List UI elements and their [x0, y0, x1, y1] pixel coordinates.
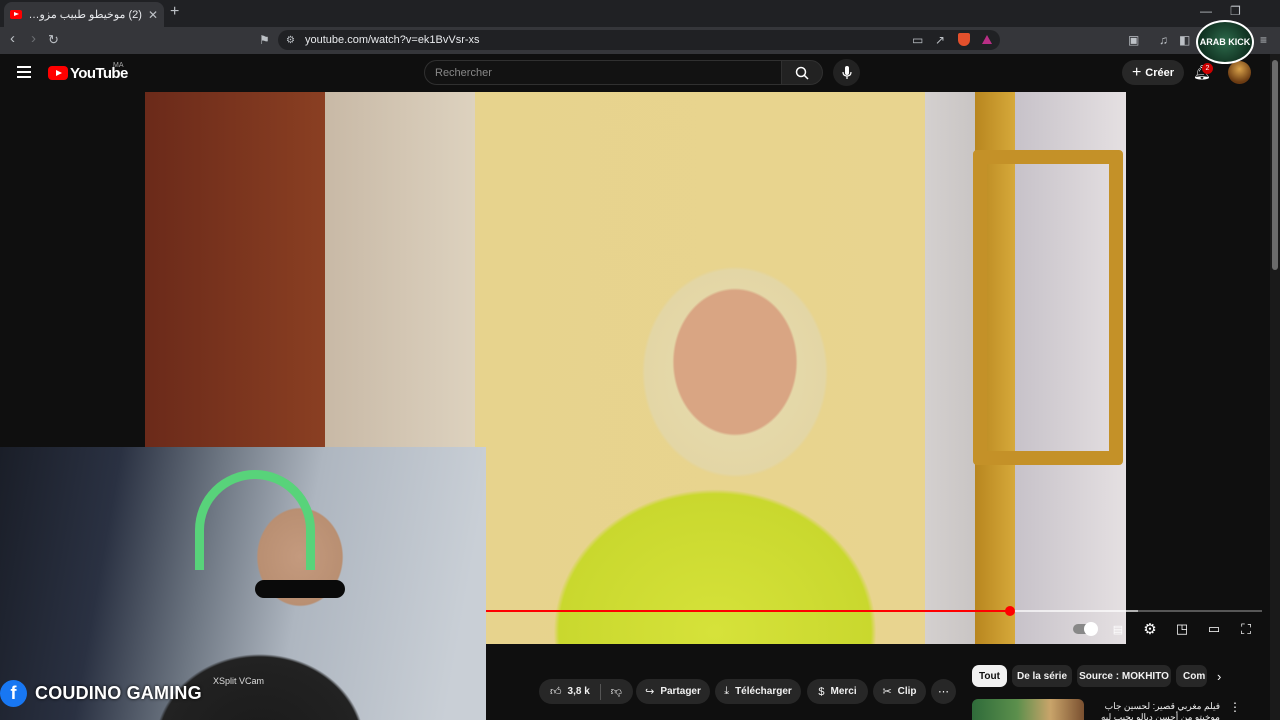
- like-divider: [599, 683, 601, 700]
- back-icon[interactable]: ‹: [10, 30, 15, 47]
- share-icon: ↪: [645, 686, 655, 698]
- extension-logo-text: ARAB KICK: [1199, 36, 1251, 47]
- miniplayer-icon[interactable]: ◳: [1172, 620, 1192, 638]
- download-icon: ⤓: [724, 685, 730, 697]
- thanks-button[interactable]: $ Merci: [807, 679, 868, 704]
- chip-source[interactable]: Source : MOKHITO: [1077, 665, 1171, 687]
- create-label: Créer: [1145, 66, 1175, 79]
- media-controls-icon[interactable]: ♫: [1159, 33, 1168, 47]
- search-icon: [795, 66, 809, 80]
- share-button[interactable]: ↪ Partager: [636, 679, 710, 704]
- voice-search-button[interactable]: [833, 59, 860, 86]
- cast-icon[interactable]: ▭: [912, 33, 923, 47]
- browser-menu-icon[interactable]: ≡: [1260, 33, 1267, 47]
- facebook-icon: f: [0, 679, 27, 707]
- video-scene-mirror: [973, 150, 1123, 465]
- chip-series[interactable]: De la série: [1012, 665, 1072, 687]
- account-avatar[interactable]: [1228, 61, 1251, 84]
- tab-title: (2) موخيطو طبيب مزور .. ولكن يتا...: [28, 9, 142, 21]
- clip-label: Clip: [897, 686, 917, 697]
- subtitles-icon[interactable]: ▤: [1108, 620, 1128, 638]
- chip-more[interactable]: Com: [1176, 665, 1207, 687]
- more-horizontal-icon: ⋯: [938, 686, 949, 698]
- more-actions-button[interactable]: ⋯: [931, 679, 956, 704]
- like-dislike-group: 👍︎ 3,8 k 👎︎: [539, 679, 633, 704]
- region-code: MA: [113, 62, 124, 69]
- download-button[interactable]: ⤓ Télécharger: [715, 679, 801, 704]
- clip-button[interactable]: ✂ Clip: [873, 679, 926, 704]
- scissors-icon: ✂: [882, 686, 892, 698]
- like-count[interactable]: 3,8 k: [568, 686, 590, 697]
- download-label: Télécharger: [735, 686, 792, 697]
- search-input[interactable]: [424, 60, 782, 85]
- bookmark-icon[interactable]: ⚑: [259, 33, 270, 47]
- theater-mode-icon[interactable]: ▭: [1204, 620, 1224, 638]
- tab-close-icon[interactable]: ✕: [148, 8, 158, 22]
- streamer-name: COUDINO GAMING: [35, 682, 202, 703]
- share-page-icon[interactable]: ↗: [935, 33, 945, 47]
- minimize-icon[interactable]: —: [1200, 4, 1212, 18]
- progress-buffered: [1010, 610, 1138, 612]
- thanks-icon: $: [818, 685, 825, 698]
- thumbs-up-icon[interactable]: 👍︎: [550, 685, 562, 698]
- streamer-tag: f COUDINO GAMING: [0, 676, 202, 710]
- recommended-title[interactable]: فيلم مغربي قصير: لحسين جاب موخيتو من أحس…: [1092, 701, 1220, 720]
- xsplit-source-label: XSplit VCam: [213, 676, 265, 686]
- share-label: Partager: [660, 686, 701, 697]
- settings-gear-icon[interactable]: ⚙: [1140, 620, 1160, 638]
- brave-rewards-icon[interactable]: [982, 35, 992, 44]
- brave-shield-icon[interactable]: [958, 33, 970, 46]
- reading-list-icon[interactable]: ◧: [1179, 33, 1190, 47]
- fullscreen-icon[interactable]: ⛶: [1236, 620, 1256, 638]
- thanks-label: Merci: [830, 686, 857, 697]
- recommended-thumbnail[interactable]: [972, 699, 1084, 720]
- thumbs-down-icon[interactable]: 👎︎: [611, 685, 622, 698]
- search-button[interactable]: [781, 60, 823, 85]
- sidebar-toggle-icon[interactable]: ▣: [1128, 33, 1139, 47]
- create-button[interactable]: + Créer: [1122, 60, 1184, 85]
- youtube-favicon-icon: [10, 10, 22, 19]
- arab-kick-extension-logo[interactable]: ARAB KICK: [1196, 20, 1254, 64]
- site-info-icon[interactable]: ⚙: [286, 35, 295, 46]
- new-tab-icon[interactable]: +: [170, 3, 179, 21]
- progress-scrubber[interactable]: [1005, 606, 1015, 616]
- browser-tab-strip: [0, 0, 1280, 27]
- forward-icon[interactable]: ›: [31, 30, 36, 47]
- guide-menu-icon[interactable]: [17, 66, 31, 78]
- chip-all[interactable]: Tout: [972, 665, 1007, 687]
- scrollbar-thumb[interactable]: [1272, 60, 1278, 270]
- microphone-icon: [841, 65, 852, 79]
- chevron-right-icon[interactable]: ›: [1217, 669, 1221, 684]
- plus-icon: +: [1131, 63, 1142, 81]
- notification-count-badge: 2: [1202, 63, 1213, 74]
- recommended-menu-icon[interactable]: ⋮: [1229, 700, 1241, 714]
- webcam-sunglasses: [255, 580, 345, 598]
- autoplay-toggle[interactable]: [1073, 622, 1098, 636]
- youtube-logo-icon[interactable]: [48, 66, 68, 80]
- url-text: youtube.com/watch?v=ek1BvVsr-xs: [305, 34, 480, 46]
- restore-icon[interactable]: ❐: [1230, 4, 1241, 18]
- browser-tab[interactable]: (2) موخيطو طبيب مزور .. ولكن يتا... ✕: [4, 2, 164, 27]
- reload-icon[interactable]: ↻: [48, 32, 59, 48]
